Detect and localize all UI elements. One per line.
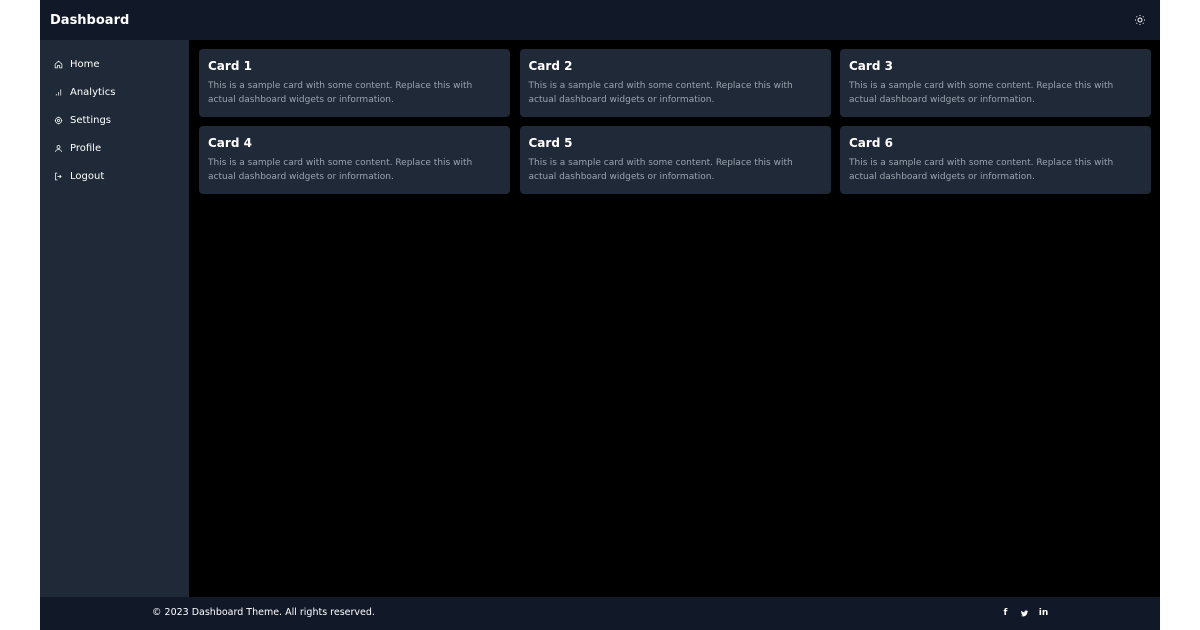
app-title: Dashboard: [50, 12, 130, 28]
dashboard-card: Card 2 This is a sample card with some c…: [519, 49, 831, 117]
sidebar-item-home[interactable]: Home: [40, 50, 189, 78]
dashboard-card: Card 4 This is a sample card with some c…: [199, 126, 510, 194]
dashboard-card: Card 5 This is a sample card with some c…: [519, 126, 831, 194]
card-text: This is a sample card with some content.…: [208, 81, 473, 105]
facebook-icon[interactable]: f: [1000, 607, 1011, 619]
card-title: Card 6: [849, 136, 893, 150]
sun-icon: [1135, 15, 1145, 25]
dashboard-card: Card 3 This is a sample card with some c…: [840, 49, 1151, 117]
sidebar-item-label: Profile: [70, 142, 102, 154]
sidebar-item-analytics[interactable]: Analytics: [40, 78, 189, 106]
user-icon: [55, 144, 62, 152]
card-title: Card 5: [528, 136, 573, 150]
linkedin-icon[interactable]: in: [1038, 607, 1049, 619]
card-text: This is a sample card with some content.…: [849, 158, 1114, 182]
card-title: Card 1: [208, 59, 252, 73]
sidebar-item-profile[interactable]: Profile: [40, 134, 189, 162]
card-text: This is a sample card with some content.…: [849, 81, 1114, 105]
dashboard-card: Card 1 This is a sample card with some c…: [199, 49, 510, 117]
social-links: f in: [1000, 607, 1049, 619]
sidebar-item-label: Logout: [70, 170, 105, 182]
card-grid: Card 1 This is a sample card with some c…: [199, 49, 1151, 194]
bar-chart-icon: [55, 89, 62, 95]
sidebar-item-label: Settings: [70, 114, 112, 126]
sidebar-item-settings[interactable]: Settings: [40, 106, 189, 134]
card-title: Card 3: [849, 59, 893, 73]
card-title: Card 2: [528, 59, 573, 73]
home-icon: [54, 60, 63, 68]
gear-icon: [54, 116, 63, 124]
copyright-text: © 2023 Dashboard Theme. All rights reser…: [152, 607, 375, 618]
dashboard-app: Dashboard Home Analytics Settings Profil…: [40, 0, 1160, 630]
main-content: Card 1 This is a sample card with some c…: [189, 40, 1160, 597]
sidebar: Home Analytics Settings Profile Logout: [40, 40, 189, 597]
logout-icon: [55, 172, 62, 180]
sidebar-item-logout[interactable]: Logout: [40, 162, 189, 190]
sidebar-item-label: Analytics: [70, 86, 116, 98]
theme-toggle-button[interactable]: [1130, 10, 1150, 30]
card-text: This is a sample card with some content.…: [528, 81, 793, 105]
twitter-icon[interactable]: [1019, 607, 1030, 619]
sidebar-item-label: Home: [70, 58, 100, 70]
card-text: This is a sample card with some content.…: [208, 158, 473, 182]
footer: © 2023 Dashboard Theme. All rights reser…: [40, 597, 1160, 630]
card-text: This is a sample card with some content.…: [528, 158, 793, 182]
top-bar: Dashboard: [40, 0, 1160, 40]
dashboard-card: Card 6 This is a sample card with some c…: [840, 126, 1151, 194]
card-title: Card 4: [208, 136, 252, 150]
